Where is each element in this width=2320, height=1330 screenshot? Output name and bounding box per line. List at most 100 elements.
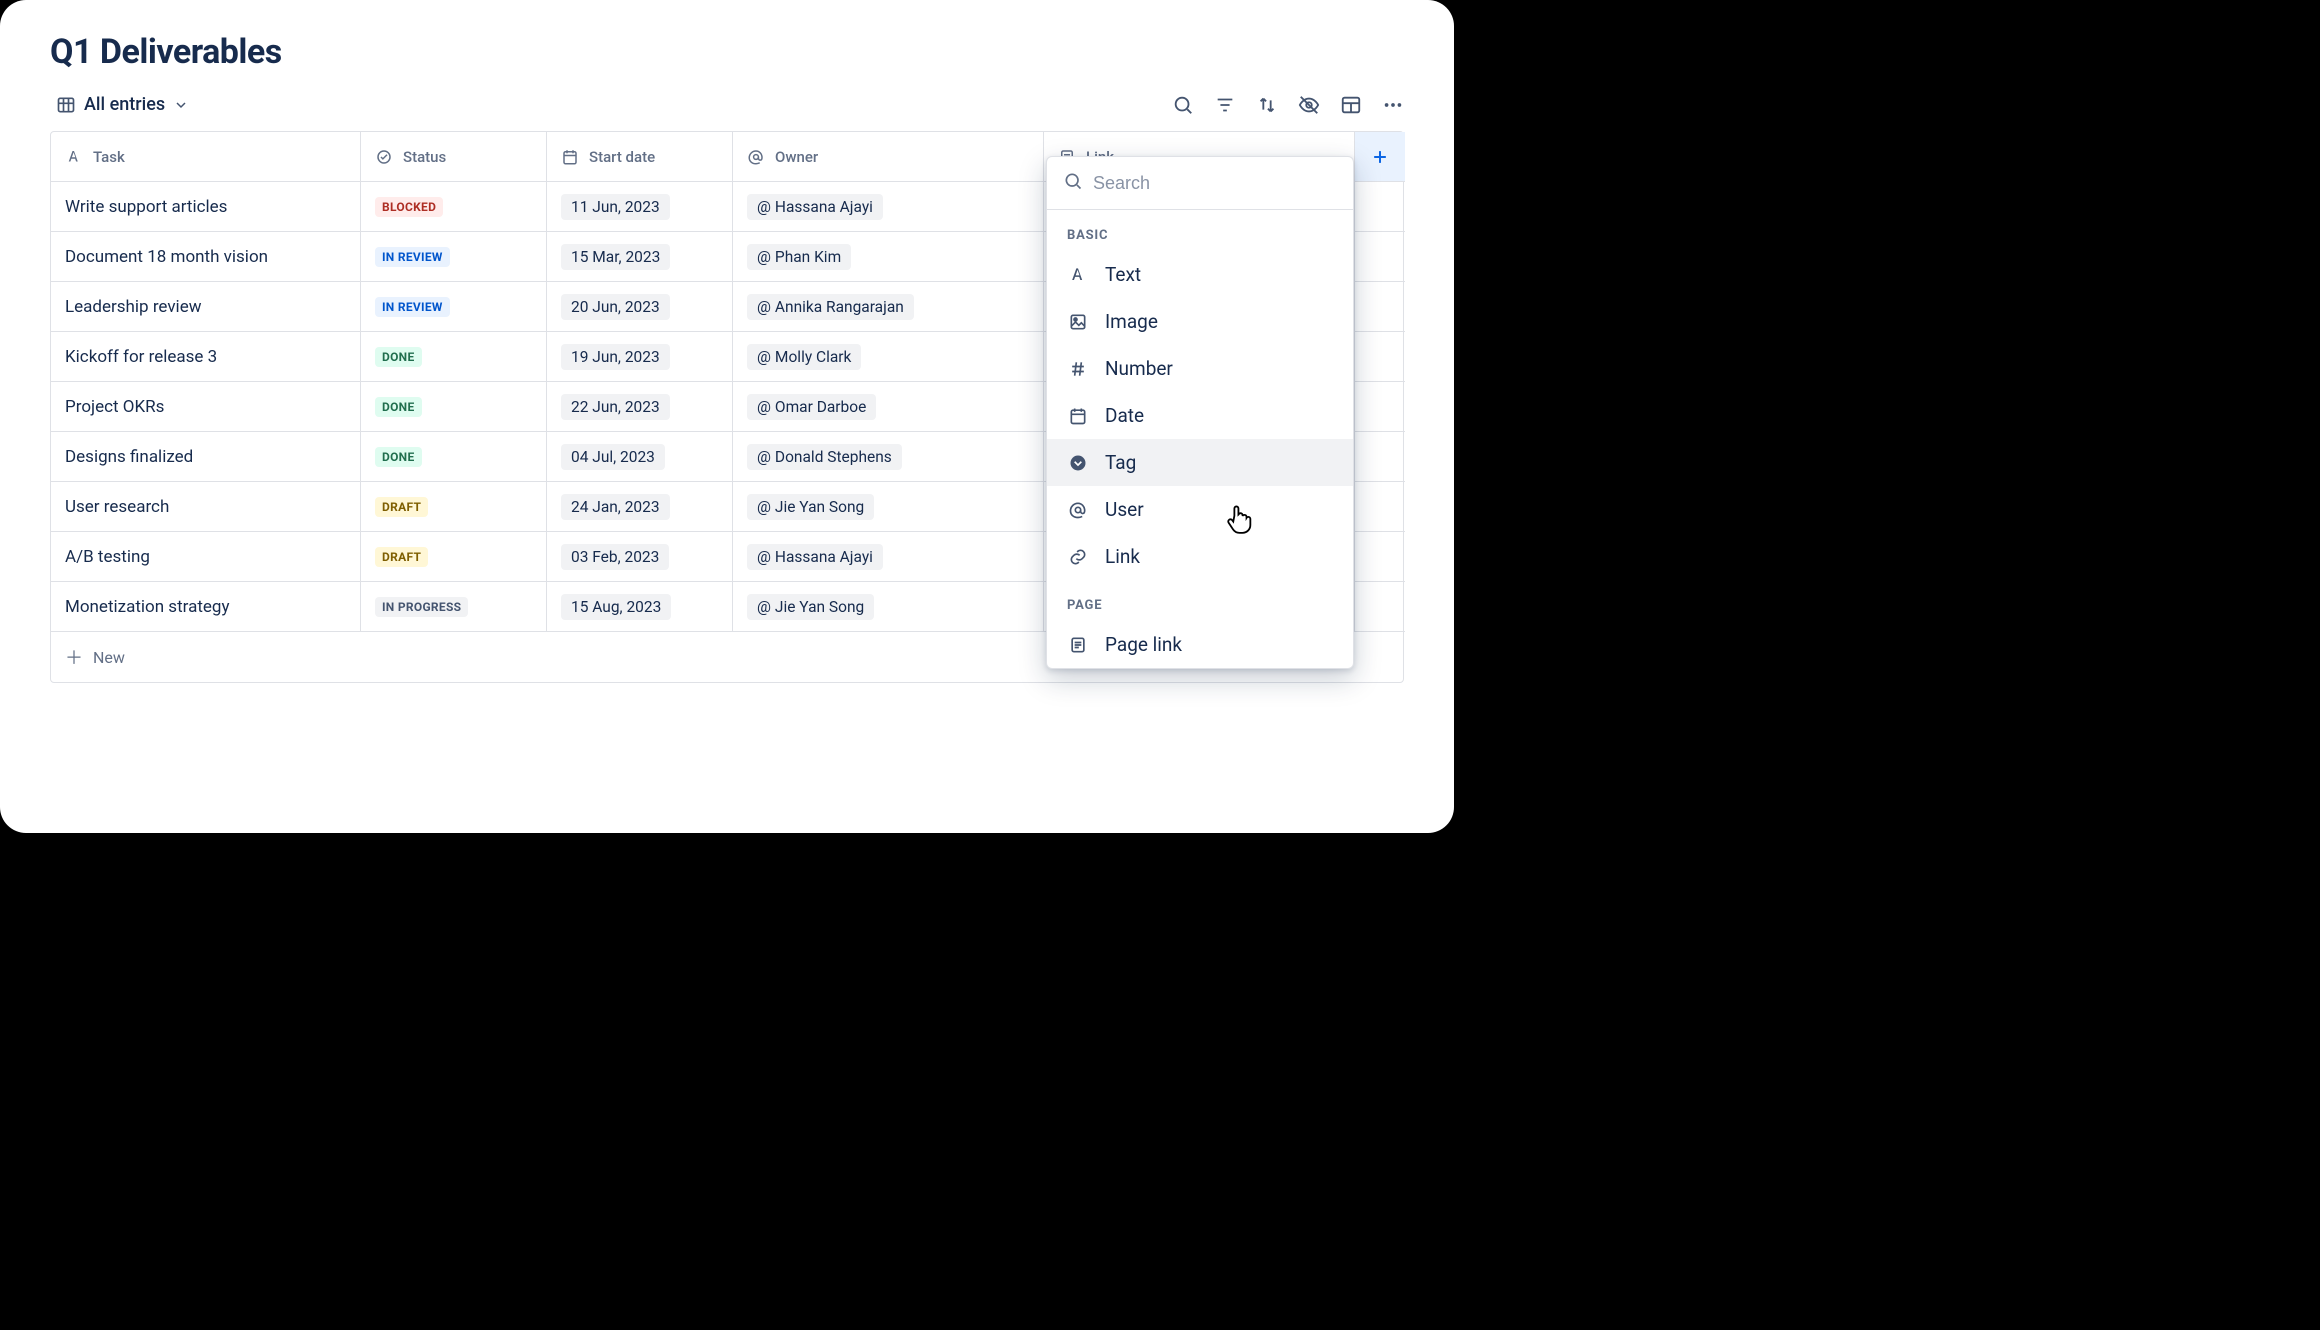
cell-empty	[1355, 382, 1405, 432]
app-frame: Q1 Deliverables All entries	[0, 0, 1454, 833]
cell-status[interactable]: DRAFT	[361, 532, 547, 582]
cell-status[interactable]: IN PROGRESS	[361, 582, 547, 632]
cell-owner[interactable]: @Omar Darboe	[733, 382, 1044, 432]
cell-owner[interactable]: @Annika Rangarajan	[733, 282, 1044, 332]
table-icon	[56, 95, 76, 115]
cell-empty	[1355, 532, 1405, 582]
cell-status[interactable]: BLOCKED	[361, 182, 547, 232]
cell-task[interactable]: Write support articles	[51, 182, 361, 232]
cell-empty	[1355, 432, 1405, 482]
cell-task-value: User research	[65, 497, 169, 517]
popover-option-image-label: Image	[1105, 310, 1158, 333]
owner-name: Donald Stephens	[775, 448, 892, 466]
date-chip: 19 Jun, 2023	[561, 344, 670, 370]
cell-owner[interactable]: @Hassana Ajayi	[733, 182, 1044, 232]
calendar-icon	[561, 148, 579, 166]
cell-task[interactable]: A/B testing	[51, 532, 361, 582]
cell-task[interactable]: User research	[51, 482, 361, 532]
popover-search-input[interactable]	[1093, 173, 1337, 194]
popover-option-date[interactable]: Date	[1047, 392, 1353, 439]
chevron-down-icon	[173, 97, 189, 113]
page-title: Q1 Deliverables	[50, 32, 1404, 72]
popover-option-tag-label: Tag	[1105, 451, 1136, 474]
cell-status[interactable]: DONE	[361, 432, 547, 482]
popover-option-text-label: Text	[1105, 263, 1141, 286]
cell-owner[interactable]: @Molly Clark	[733, 332, 1044, 382]
cell-task-value: Leadership review	[65, 297, 201, 317]
owner-chip: @Jie Yan Song	[747, 494, 874, 520]
text-icon	[65, 148, 83, 166]
cell-task[interactable]: Kickoff for release 3	[51, 332, 361, 382]
cell-status[interactable]: IN REVIEW	[361, 282, 547, 332]
hide-button[interactable]	[1298, 94, 1320, 116]
popover-option-link-label: Link	[1105, 545, 1140, 568]
cell-owner[interactable]: @Phan Kim	[733, 232, 1044, 282]
cell-status[interactable]: DONE	[361, 382, 547, 432]
more-button[interactable]	[1382, 94, 1404, 116]
cell-task[interactable]: Leadership review	[51, 282, 361, 332]
owner-name: Omar Darboe	[775, 398, 866, 416]
owner-name: Hassana Ajayi	[775, 548, 873, 566]
search-button[interactable]	[1172, 94, 1194, 116]
popover-option-user[interactable]: User	[1047, 486, 1353, 533]
popover-option-number[interactable]: Number	[1047, 345, 1353, 392]
cell-task[interactable]: Document 18 month vision	[51, 232, 361, 282]
cell-date[interactable]: 11 Jun, 2023	[547, 182, 733, 232]
owner-name: Jie Yan Song	[775, 598, 864, 616]
toolbar-actions	[1172, 94, 1404, 116]
cell-task[interactable]: Monetization strategy	[51, 582, 361, 632]
cell-task-value: Document 18 month vision	[65, 247, 268, 267]
add-column-button[interactable]	[1355, 132, 1405, 182]
toolbar: All entries	[50, 90, 1404, 119]
status-badge: DRAFT	[375, 547, 428, 567]
owner-name: Annika Rangarajan	[775, 298, 904, 316]
cell-owner[interactable]: @Jie Yan Song	[733, 582, 1044, 632]
link-icon	[1067, 547, 1089, 567]
cell-date[interactable]: 24 Jan, 2023	[547, 482, 733, 532]
cell-owner[interactable]: @Donald Stephens	[733, 432, 1044, 482]
cell-date[interactable]: 03 Feb, 2023	[547, 532, 733, 582]
col-header-task[interactable]: Task	[51, 132, 361, 182]
status-badge: DONE	[375, 447, 422, 467]
col-header-start[interactable]: Start date	[547, 132, 733, 182]
popover-option-pagelink[interactable]: Page link	[1047, 621, 1353, 668]
cell-empty	[1355, 182, 1405, 232]
owner-chip: @Hassana Ajayi	[747, 544, 883, 570]
layout-button[interactable]	[1340, 94, 1362, 116]
cell-date[interactable]: 22 Jun, 2023	[547, 382, 733, 432]
cell-status[interactable]: IN REVIEW	[361, 232, 547, 282]
col-header-owner[interactable]: Owner	[733, 132, 1044, 182]
filter-button[interactable]	[1214, 94, 1236, 116]
search-icon	[1063, 171, 1083, 195]
cell-owner[interactable]: @Hassana Ajayi	[733, 532, 1044, 582]
col-header-status[interactable]: Status	[361, 132, 547, 182]
cell-date[interactable]: 15 Mar, 2023	[547, 232, 733, 282]
tag-icon	[1067, 453, 1089, 473]
view-selector[interactable]: All entries	[50, 90, 195, 119]
col-header-owner-label: Owner	[775, 148, 818, 166]
cell-date[interactable]: 19 Jun, 2023	[547, 332, 733, 382]
status-badge: IN REVIEW	[375, 247, 450, 267]
status-badge: BLOCKED	[375, 197, 443, 217]
cell-task-value: Monetization strategy	[65, 597, 230, 617]
popover-option-tag[interactable]: Tag	[1047, 439, 1353, 486]
cell-date[interactable]: 20 Jun, 2023	[547, 282, 733, 332]
cell-status[interactable]: DRAFT	[361, 482, 547, 532]
cell-date[interactable]: 04 Jul, 2023	[547, 432, 733, 482]
cell-task[interactable]: Designs finalized	[51, 432, 361, 482]
popover-option-image[interactable]: Image	[1047, 298, 1353, 345]
popover-option-text[interactable]: Text	[1047, 251, 1353, 298]
owner-chip: @Jie Yan Song	[747, 594, 874, 620]
cell-status[interactable]: DONE	[361, 332, 547, 382]
view-selector-label: All entries	[84, 94, 165, 115]
sort-button[interactable]	[1256, 94, 1278, 116]
cell-owner[interactable]: @Jie Yan Song	[733, 482, 1044, 532]
owner-name: Jie Yan Song	[775, 498, 864, 516]
status-badge: DONE	[375, 347, 422, 367]
cell-task[interactable]: Project OKRs	[51, 382, 361, 432]
popover-option-link[interactable]: Link	[1047, 533, 1353, 580]
cell-task-value: Write support articles	[65, 197, 227, 217]
col-header-status-label: Status	[403, 148, 446, 166]
cell-date[interactable]: 15 Aug, 2023	[547, 582, 733, 632]
cell-empty	[1355, 232, 1405, 282]
